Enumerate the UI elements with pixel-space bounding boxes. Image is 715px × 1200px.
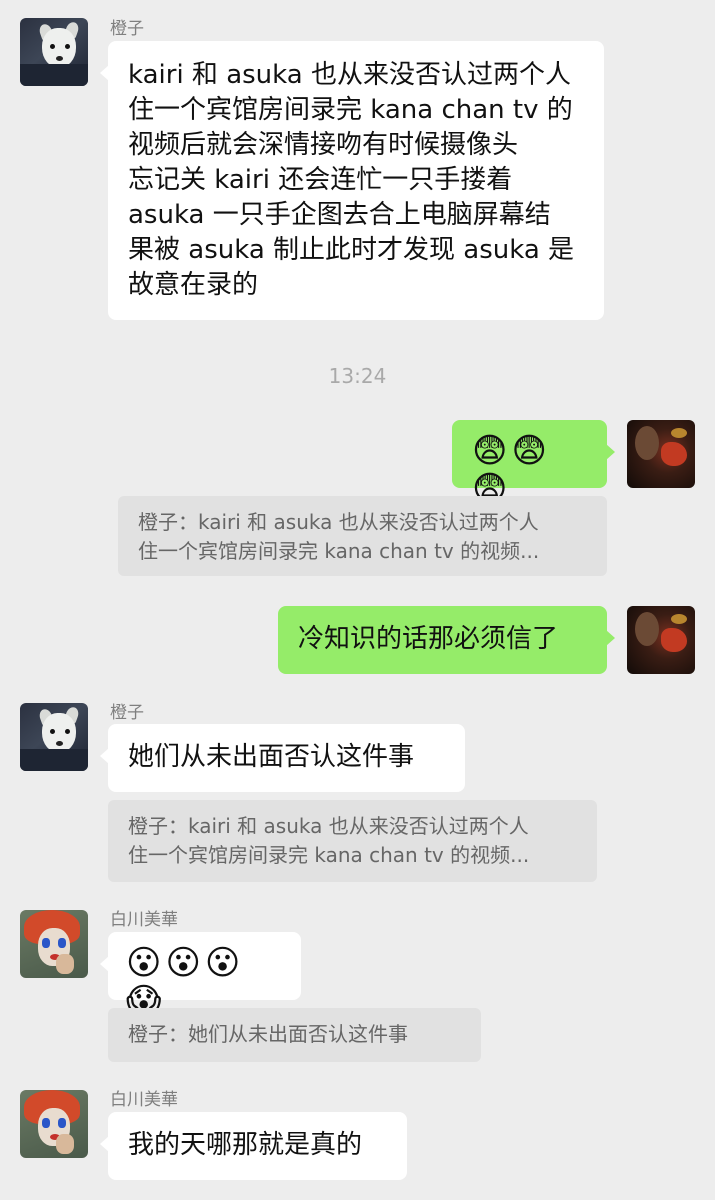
quote-line: 橙子：kairi 和 asuka 也从来没否认过两个人 xyxy=(138,510,539,534)
message-line: 忘记关 kairi 还会连忙一只手搂着 xyxy=(128,165,513,195)
message-text: 冷知识的话那必须信了 xyxy=(298,624,559,654)
sender-name: 白川美華 xyxy=(110,1090,178,1110)
avatar[interactable] xyxy=(627,606,695,674)
message-bubble[interactable]: 😨😨😨 xyxy=(452,420,615,507)
message-line: kairi 和 asuka 也从来没否认过两个人 xyxy=(128,60,571,90)
avatar[interactable] xyxy=(20,1090,88,1158)
message-bubble[interactable]: 她们从未出面否认这件事 xyxy=(100,724,465,792)
sender-name: 白川美華 xyxy=(110,910,178,930)
message-line: 果被 asuka 制止此时才发现 asuka 是 xyxy=(128,235,575,265)
message-bubble[interactable]: 我的天哪那就是真的 xyxy=(100,1112,407,1180)
message-bubble[interactable]: kairi 和 asuka 也从来没否认过两个人 住一个宾馆房间录完 kana … xyxy=(100,41,604,320)
message-bubble[interactable]: 😮😮😮😱 xyxy=(100,932,301,1019)
quote-line: 住一个宾馆房间录完 kana chan tv 的视频... xyxy=(138,539,540,563)
quoted-message[interactable]: 橙子：kairi 和 asuka 也从来没否认过两个人 住一个宾馆房间录完 ka… xyxy=(108,800,597,882)
message-bubble[interactable]: 冷知识的话那必须信了 xyxy=(278,606,615,674)
quote-line: 橙子：她们从未出面否认这件事 xyxy=(128,1022,408,1046)
sender-name: 橙子 xyxy=(110,19,144,39)
message-line: asuka 一只手企图去合上电脑屏幕结 xyxy=(128,200,551,230)
avatar[interactable] xyxy=(20,18,88,86)
quoted-message[interactable]: 橙子：kairi 和 asuka 也从来没否认过两个人 住一个宾馆房间录完 ka… xyxy=(118,496,607,576)
timestamp: 13:24 xyxy=(328,364,387,388)
message-line: 视频后就会深情接吻有时候摄像头 xyxy=(128,130,519,160)
avatar[interactable] xyxy=(20,910,88,978)
avatar[interactable] xyxy=(20,703,88,771)
message-line: 住一个宾馆房间录完 kana chan tv 的 xyxy=(128,95,573,125)
message-text: 她们从未出面否认这件事 xyxy=(128,742,415,772)
message-text: 我的天哪那就是真的 xyxy=(128,1130,363,1160)
quote-line: 橙子：kairi 和 asuka 也从来没否认过两个人 xyxy=(128,814,529,838)
quoted-message[interactable]: 橙子：她们从未出面否认这件事 xyxy=(108,1008,481,1062)
quote-line: 住一个宾馆房间录完 kana chan tv 的视频... xyxy=(128,843,530,867)
sender-name: 橙子 xyxy=(110,703,144,723)
avatar[interactable] xyxy=(627,420,695,488)
message-line: 故意在录的 xyxy=(128,270,259,300)
